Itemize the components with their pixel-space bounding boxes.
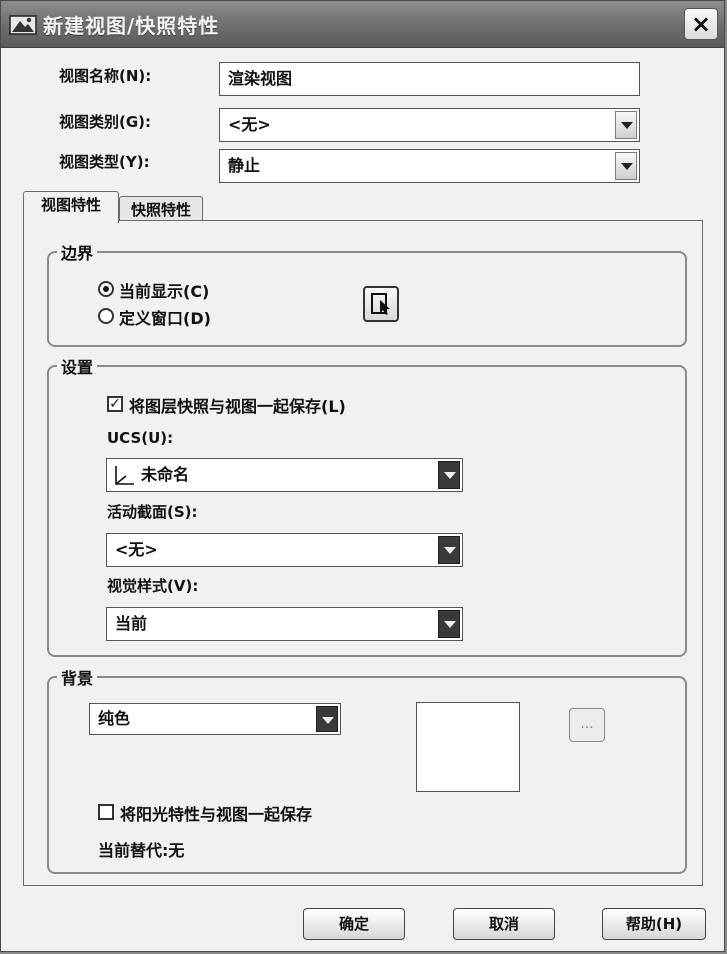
cancel-button[interactable]: 取消	[453, 908, 555, 940]
chevron-down-icon[interactable]	[438, 461, 460, 489]
current-override-text: 当前替代:无	[98, 841, 185, 860]
ucs-select[interactable]: 未命名	[106, 458, 463, 492]
view-name-label: 视图名称(N):	[59, 67, 152, 85]
define-window-pick-button[interactable]	[363, 286, 399, 322]
chevron-down-icon[interactable]	[615, 152, 637, 180]
visual-style-select[interactable]: 当前	[106, 607, 463, 641]
new-view-dialog: 新建视图/快照特性 × 视图名称(N): 渲染视图 视图类别(G): <无> 视…	[0, 0, 725, 952]
select-window-icon	[371, 293, 390, 315]
dialog-title: 新建视图/快照特性	[43, 14, 220, 38]
save-layer-snapshot-label[interactable]: 将图层快照与视图一起保存(L)	[129, 393, 346, 417]
view-type-select[interactable]: 静止	[219, 149, 640, 183]
view-type-label: 视图类型(Y):	[59, 153, 150, 171]
view-category-select[interactable]: <无>	[219, 108, 640, 142]
chevron-down-icon[interactable]	[316, 706, 338, 732]
current-display-radio[interactable]	[98, 281, 114, 297]
view-type-value: 静止	[228, 156, 261, 175]
view-category-label: 视图类别(G):	[59, 113, 152, 131]
save-layer-snapshot-checkbox[interactable]: ✓	[107, 396, 123, 412]
save-sun-checkbox[interactable]	[98, 804, 114, 820]
background-ellipsis-button[interactable]: ...	[569, 708, 605, 742]
current-display-label[interactable]: 当前显示(C)	[119, 278, 209, 302]
title-bar: 新建视图/快照特性 ×	[1, 1, 724, 48]
ucs-value: 未命名	[141, 465, 190, 484]
define-window-radio[interactable]	[98, 308, 114, 324]
background-color-preview	[416, 702, 520, 792]
close-icon: ×	[690, 10, 712, 38]
ok-button[interactable]: 确定	[303, 908, 405, 940]
settings-title: 设置	[57, 354, 98, 378]
visual-style-label: 视觉样式(V):	[107, 577, 199, 595]
background-type-select[interactable]: 纯色	[89, 703, 341, 735]
help-button[interactable]: 帮助(H)	[602, 908, 706, 940]
boundary-title: 边界	[57, 240, 98, 264]
close-button[interactable]: ×	[684, 8, 718, 40]
ucs-label: UCS(U):	[107, 429, 174, 447]
background-type-value: 纯色	[98, 709, 131, 728]
live-section-label: 活动截面(S):	[107, 503, 198, 521]
view-category-value: <无>	[228, 115, 271, 134]
save-sun-label[interactable]: 将阳光特性与视图一起保存	[120, 801, 312, 825]
live-section-value: <无>	[115, 540, 158, 559]
define-window-label[interactable]: 定义窗口(D)	[119, 305, 211, 329]
tab-view-properties[interactable]: 视图特性	[23, 191, 119, 223]
ucs-axis-icon	[115, 466, 134, 485]
app-icon	[9, 15, 37, 35]
chevron-down-icon[interactable]	[438, 610, 460, 638]
background-title: 背景	[57, 665, 98, 689]
live-section-select[interactable]: <无>	[106, 533, 463, 567]
chevron-down-icon[interactable]	[615, 111, 637, 139]
visual-style-value: 当前	[115, 614, 148, 633]
chevron-down-icon[interactable]	[438, 536, 460, 564]
view-name-input[interactable]: 渲染视图	[219, 62, 640, 96]
